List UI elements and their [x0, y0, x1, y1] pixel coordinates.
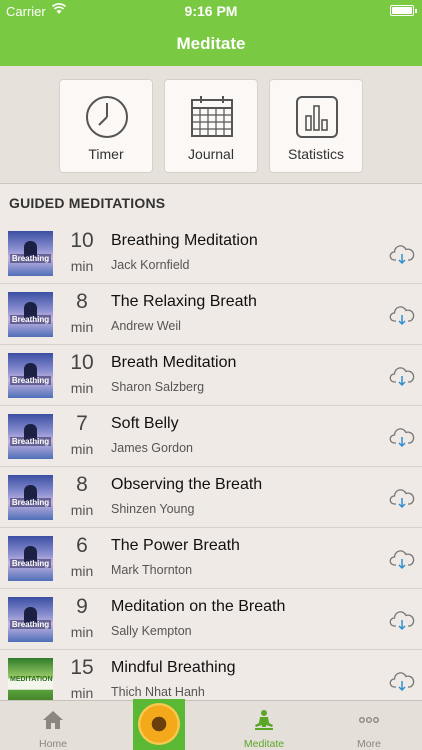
- list-item[interactable]: Breathing 9 min Meditation on the Breath…: [0, 589, 422, 650]
- cloud-download-icon[interactable]: [389, 668, 415, 694]
- cover-image: Breathing: [8, 536, 53, 581]
- cover-image: Breathing: [8, 414, 53, 459]
- tab-more-label: More: [357, 738, 381, 750]
- statistics-label: Statistics: [287, 146, 344, 162]
- meditation-author: Thich Nhat Hanh: [111, 685, 205, 699]
- cloud-download-icon[interactable]: [389, 485, 415, 511]
- duration-number: 7: [76, 412, 88, 435]
- meditation-title: Meditation on the Breath: [111, 598, 286, 615]
- list-item[interactable]: Breathing 6 min The Power Breath Mark Th…: [0, 528, 422, 589]
- cover-image: Breathing: [8, 597, 53, 642]
- meditation-title: Soft Belly: [111, 415, 179, 432]
- meditation-title: The Power Breath: [111, 537, 240, 554]
- meditation-title: The Relaxing Breath: [111, 293, 257, 310]
- meditation-author: Mark Thornton: [111, 563, 193, 577]
- meditation-author: James Gordon: [111, 441, 193, 455]
- tab-home-label: Home: [38, 738, 67, 750]
- duration-number: 6: [76, 534, 88, 557]
- meditation-author: Jack Kornfield: [111, 258, 190, 272]
- cover-image: Breathing: [8, 353, 53, 398]
- clock-icon: [86, 96, 128, 138]
- list-item[interactable]: Breathing 8 min The Relaxing Breath Andr…: [0, 284, 422, 345]
- cloud-download-icon[interactable]: [389, 241, 415, 267]
- timer-label: Timer: [88, 146, 124, 162]
- list-item[interactable]: Breathing 10 min Breath Meditation Sharo…: [0, 345, 422, 406]
- statistics-button[interactable]: Statistics: [269, 79, 363, 173]
- timer-button[interactable]: Timer: [59, 79, 153, 173]
- page-title: Meditate: [176, 34, 246, 53]
- meditation-author: Sharon Salzberg: [111, 380, 205, 394]
- list-item[interactable]: Breathing 8 min Observing the Breath Shi…: [0, 467, 422, 528]
- duration-unit: min: [70, 624, 94, 640]
- tool-panel: Timer Journal Statistics: [0, 66, 422, 184]
- journal-button[interactable]: Journal: [164, 79, 258, 173]
- journal-label: Journal: [188, 146, 234, 162]
- cover-image: MEDITATION: [8, 658, 53, 703]
- home-icon: [43, 711, 63, 729]
- duration-number: 9: [76, 595, 88, 618]
- section-header: GUIDED MEDITATIONS: [9, 195, 166, 211]
- cover-image: Breathing: [8, 475, 53, 520]
- cover-image: Breathing: [8, 231, 53, 276]
- tab-bar: Home Meditate More: [0, 700, 422, 750]
- tab-home[interactable]: Home: [13, 701, 93, 750]
- clock-time: 9:16 PM: [184, 3, 238, 19]
- meditation-title: Breathing Meditation: [111, 232, 258, 249]
- calendar-icon: [191, 96, 233, 137]
- duration-unit: min: [70, 502, 94, 518]
- tab-more[interactable]: More: [329, 701, 409, 750]
- duration-number: 15: [70, 656, 94, 679]
- duration-number: 8: [76, 473, 88, 496]
- list-item[interactable]: Breathing 10 min Breathing Meditation Ja…: [0, 223, 422, 284]
- duration-unit: min: [70, 441, 94, 457]
- more-dots-icon: [359, 716, 380, 723]
- duration-unit: min: [70, 685, 94, 701]
- cover-image: Breathing: [8, 292, 53, 337]
- duration-unit: min: [70, 258, 94, 274]
- cloud-download-icon[interactable]: [389, 302, 415, 328]
- bar-chart-icon: [296, 96, 338, 138]
- duration-number: 10: [70, 229, 94, 252]
- tab-meditate-label: Meditate: [243, 738, 285, 750]
- status-bar: Carrier 9:16 PM: [0, 0, 422, 22]
- meditation-figure-icon: [255, 710, 273, 730]
- battery-icon: [390, 5, 417, 16]
- cloud-download-icon[interactable]: [389, 607, 415, 633]
- duration-unit: min: [70, 319, 94, 335]
- meditation-author: Andrew Weil: [111, 319, 181, 333]
- cloud-download-icon[interactable]: [389, 424, 415, 450]
- flower-icon: [138, 703, 180, 745]
- meditation-author: Sally Kempton: [111, 624, 192, 638]
- duration-unit: min: [70, 380, 94, 396]
- duration-number: 8: [76, 290, 88, 313]
- meditation-title: Breath Meditation: [111, 354, 237, 371]
- meditation-title: Mindful Breathing: [111, 659, 236, 676]
- cloud-download-icon[interactable]: [389, 546, 415, 572]
- meditation-author: Shinzen Young: [111, 502, 195, 516]
- list-item[interactable]: Breathing 7 min Soft Belly James Gordon: [0, 406, 422, 467]
- nav-bar: Meditate: [0, 22, 422, 66]
- meditation-title: Observing the Breath: [111, 476, 263, 493]
- flower-tab-button[interactable]: [133, 699, 185, 750]
- duration-unit: min: [70, 563, 94, 579]
- cloud-download-icon[interactable]: [389, 363, 415, 389]
- duration-number: 10: [70, 351, 94, 374]
- tab-meditate[interactable]: Meditate: [224, 701, 304, 750]
